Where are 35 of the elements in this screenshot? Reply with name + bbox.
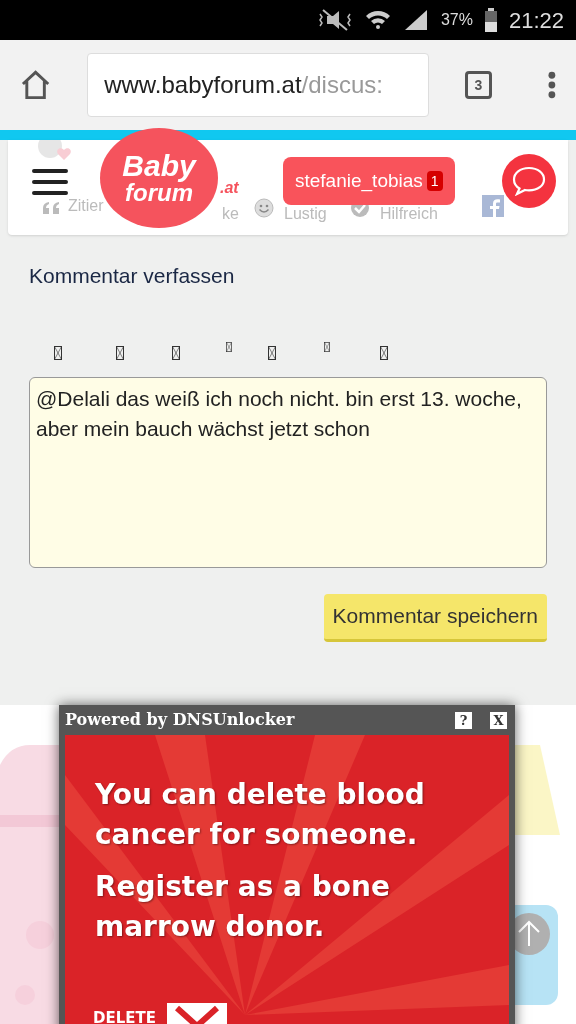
ad-logo-text: DELETE xyxy=(93,1008,156,1024)
battery-percent: 37% xyxy=(440,10,473,30)
save-button[interactable]: Kommentar speichern xyxy=(323,593,547,642)
tab-count-button[interactable]: 3 xyxy=(464,71,493,99)
missing-glyph-icon[interactable] xyxy=(116,345,124,360)
help-button[interactable]: ? xyxy=(455,711,472,729)
more-icon[interactable] xyxy=(548,71,556,99)
user-button[interactable]: stefanie_tobias 1 xyxy=(283,157,455,205)
mute-icon xyxy=(316,8,353,32)
missing-glyph-icon[interactable] xyxy=(380,345,388,360)
chat-button[interactable] xyxy=(502,154,556,208)
wifi-icon xyxy=(364,8,391,32)
menu-icon[interactable] xyxy=(32,168,68,196)
section-heading: Kommentar verfassen xyxy=(29,263,236,289)
ad-banner[interactable]: You can delete blood cancer for someone. Register as a bone marrow donor. DELETE xyxy=(65,735,509,1024)
missing-glyph-icon[interactable] xyxy=(172,345,180,360)
logo-suffix: .at xyxy=(220,180,239,196)
popup-title: Powered by DNSUnlocker xyxy=(65,709,295,731)
missing-glyph-icon[interactable] xyxy=(54,345,62,360)
close-button[interactable]: X xyxy=(490,711,507,729)
smiley-icon xyxy=(254,198,274,218)
comment-field[interactable]: @Delali das weiß ich noch nicht. bin erst 13. woche, aber mein bauch wächst jetzt schon xyxy=(29,376,547,568)
ad-text: You can delete blood cancer for someone. xyxy=(95,777,426,853)
ad-text: Register as a bone marrow donor. xyxy=(95,869,391,945)
envelope-icon xyxy=(167,1003,227,1024)
missing-glyph-icon[interactable] xyxy=(226,341,232,352)
clock: 21:22 xyxy=(508,6,564,35)
battery-icon xyxy=(484,8,497,32)
speech-bubble-icon xyxy=(512,166,546,196)
notification-badge: 1 xyxy=(426,171,443,191)
home-icon[interactable] xyxy=(20,70,52,100)
missing-glyph-icon[interactable] xyxy=(268,345,276,360)
quote-icon xyxy=(43,202,61,214)
missing-glyph-icon[interactable] xyxy=(324,341,330,352)
url-field[interactable]: www.babyforum.at/discus: xyxy=(87,53,429,117)
